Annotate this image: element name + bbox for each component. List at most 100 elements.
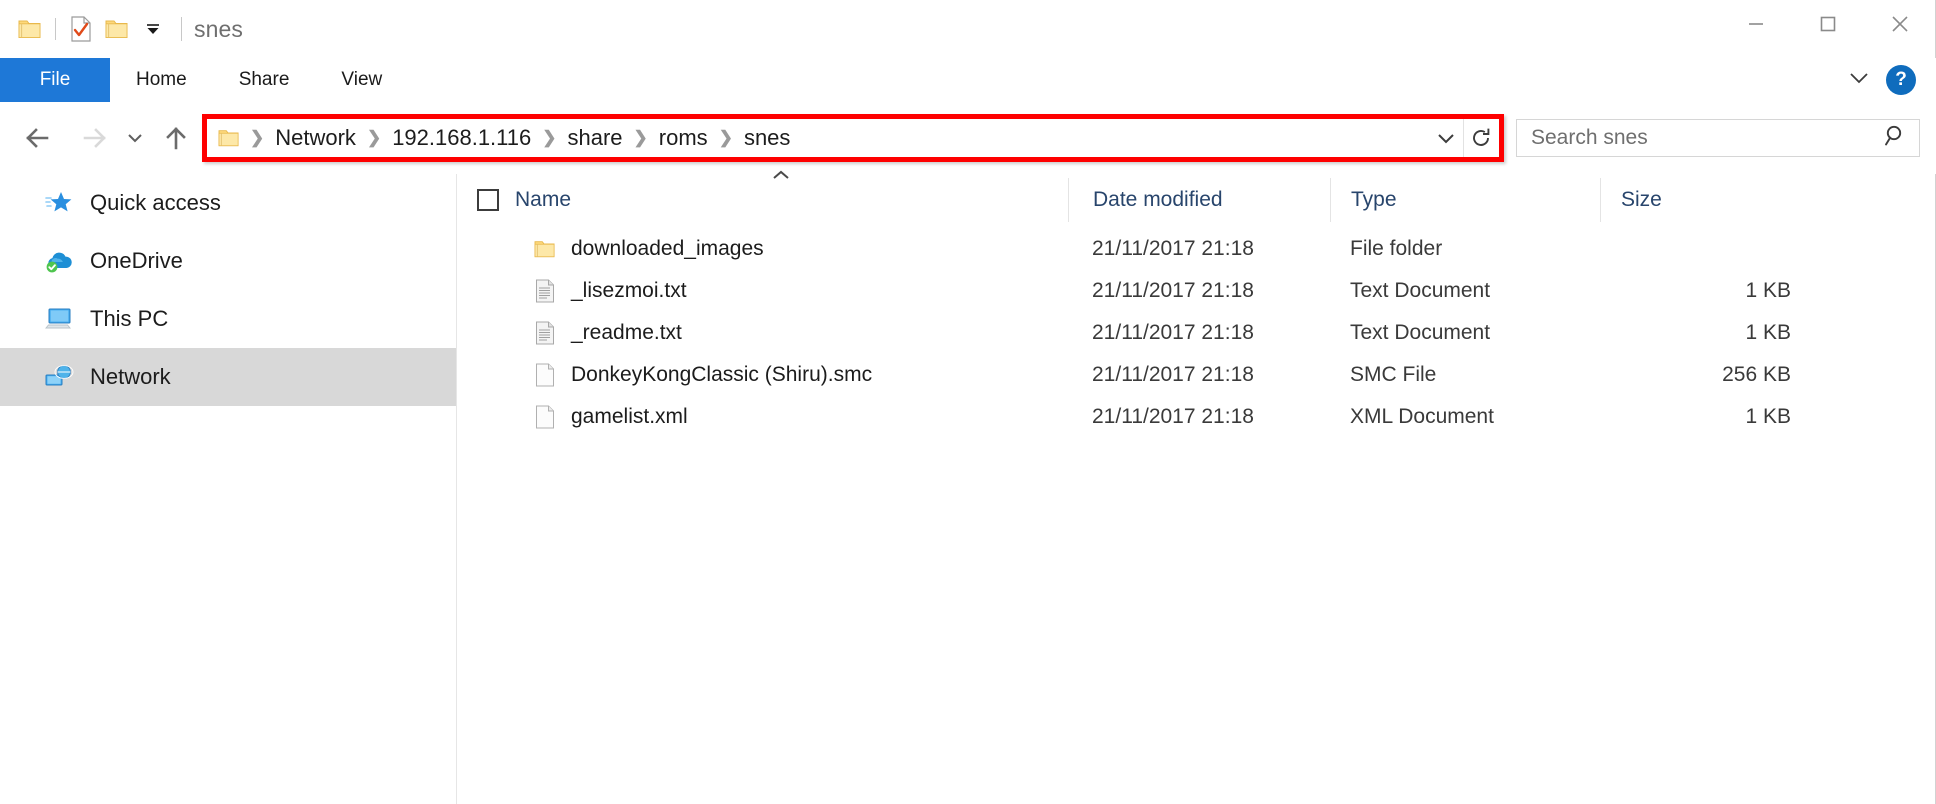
table-row[interactable]: _readme.txt 21/11/2017 21:18 Text Docume… bbox=[457, 312, 1935, 354]
file-name-cell[interactable]: _lisezmoi.txt bbox=[457, 277, 1068, 305]
tab-home[interactable]: Home bbox=[110, 58, 213, 102]
search-input[interactable]: Search snes bbox=[1531, 126, 1883, 150]
file-type-cell: File folder bbox=[1350, 237, 1443, 260]
file-date-cell: 21/11/2017 21:18 bbox=[1092, 321, 1254, 344]
cloud-icon bbox=[44, 246, 74, 276]
generic-file-icon bbox=[533, 361, 557, 389]
file-size-cell: 1 KB bbox=[1745, 405, 1791, 428]
column-label: Name bbox=[515, 188, 572, 211]
sidebar-item-network[interactable]: Network bbox=[0, 348, 456, 406]
back-button[interactable] bbox=[14, 114, 62, 162]
refresh-icon[interactable] bbox=[1464, 119, 1498, 157]
file-date-cell: 21/11/2017 21:18 bbox=[1092, 363, 1254, 386]
file-name-cell[interactable]: gamelist.xml bbox=[457, 403, 1068, 431]
search-box[interactable]: Search snes bbox=[1516, 119, 1920, 157]
ribbon-right-controls: ? bbox=[1846, 58, 1928, 102]
address-bar[interactable]: ❯ Network ❯ 192.168.1.116 ❯ share ❯ roms… bbox=[207, 119, 1499, 157]
file-date-cell: 21/11/2017 21:18 bbox=[1092, 237, 1254, 260]
breadcrumb-separator: ❯ bbox=[542, 128, 557, 147]
maximize-button[interactable] bbox=[1792, 0, 1864, 48]
navigation-pane: Quick access OneDrive This PC Network bbox=[0, 174, 456, 804]
tab-share[interactable]: Share bbox=[213, 58, 316, 102]
network-icon bbox=[44, 362, 74, 392]
window-title: snes bbox=[194, 15, 243, 42]
column-header-type[interactable]: Type bbox=[1330, 178, 1600, 222]
breadcrumb-separator: ❯ bbox=[718, 128, 733, 147]
file-size-cell: 1 KB bbox=[1745, 321, 1791, 344]
text-file-icon bbox=[533, 319, 557, 347]
sidebar-item-quick-access[interactable]: Quick access bbox=[0, 174, 456, 232]
monitor-icon bbox=[44, 304, 74, 334]
file-name-cell[interactable]: downloaded_images bbox=[457, 235, 1068, 263]
breadcrumb-separator: ❯ bbox=[250, 128, 265, 147]
file-type-cell: Text Document bbox=[1350, 279, 1491, 302]
file-list: downloaded_images 21/11/2017 21:18 File … bbox=[457, 228, 1935, 438]
file-name: _lisezmoi.txt bbox=[571, 279, 687, 302]
forward-button[interactable] bbox=[70, 114, 118, 162]
file-size-cell: 256 KB bbox=[1722, 363, 1791, 386]
column-label: Size bbox=[1621, 188, 1662, 211]
search-icon[interactable] bbox=[1883, 123, 1909, 154]
star-icon bbox=[44, 188, 74, 218]
properties-icon[interactable] bbox=[63, 11, 99, 47]
generic-file-icon bbox=[533, 403, 557, 431]
address-bar-tools bbox=[1429, 119, 1498, 157]
file-name: downloaded_images bbox=[571, 237, 764, 260]
help-icon[interactable]: ? bbox=[1886, 65, 1916, 95]
breadcrumb-separator: ❯ bbox=[366, 128, 382, 147]
sidebar-item-onedrive[interactable]: OneDrive bbox=[0, 232, 456, 290]
column-header-date-modified[interactable]: Date modified bbox=[1068, 178, 1330, 222]
file-name: DonkeyKongClassic (Shiru).smc bbox=[571, 363, 873, 386]
ribbon-tab-bar: File Home Share View ? bbox=[0, 58, 1936, 102]
window-controls bbox=[1720, 0, 1936, 48]
breadcrumb-item-snes[interactable]: snes bbox=[739, 123, 795, 153]
folder-icon bbox=[533, 235, 557, 263]
close-button[interactable] bbox=[1864, 0, 1936, 48]
breadcrumb-item-roms[interactable]: roms bbox=[654, 123, 713, 153]
select-all-checkbox[interactable] bbox=[477, 189, 499, 211]
sidebar-item-this-pc[interactable]: This PC bbox=[0, 290, 456, 348]
breadcrumb-item-host[interactable]: 192.168.1.116 bbox=[387, 123, 536, 153]
column-label: Type bbox=[1351, 188, 1397, 211]
quick-access-toolbar: snes bbox=[0, 0, 243, 58]
tab-view[interactable]: View bbox=[315, 58, 408, 102]
file-date-cell: 21/11/2017 21:18 bbox=[1092, 405, 1254, 428]
table-row[interactable]: downloaded_images 21/11/2017 21:18 File … bbox=[457, 228, 1935, 270]
column-label: Date modified bbox=[1093, 188, 1223, 211]
file-name-cell[interactable]: _readme.txt bbox=[457, 319, 1068, 347]
table-row[interactable]: _lisezmoi.txt 21/11/2017 21:18 Text Docu… bbox=[457, 270, 1935, 312]
breadcrumb: ❯ Network ❯ 192.168.1.116 ❯ share ❯ roms… bbox=[208, 120, 1429, 156]
recent-locations-chevron-down-icon[interactable] bbox=[118, 114, 152, 162]
file-type-cell: XML Document bbox=[1350, 405, 1494, 428]
sidebar-item-label: OneDrive bbox=[90, 248, 183, 273]
breadcrumb-item-network[interactable]: Network bbox=[270, 123, 361, 153]
chevron-down-icon[interactable] bbox=[135, 11, 171, 47]
column-header-size[interactable]: Size bbox=[1600, 178, 1815, 222]
table-row[interactable]: gamelist.xml 21/11/2017 21:18 XML Docume… bbox=[457, 396, 1935, 438]
tab-file[interactable]: File bbox=[0, 58, 110, 102]
text-file-icon bbox=[533, 277, 557, 305]
toolbar-separator bbox=[55, 18, 56, 40]
minimize-button[interactable] bbox=[1720, 0, 1792, 48]
folder-icon[interactable] bbox=[12, 11, 48, 47]
table-row[interactable]: DonkeyKongClassic (Shiru).smc 21/11/2017… bbox=[457, 354, 1935, 396]
file-date-cell: 21/11/2017 21:18 bbox=[1092, 279, 1254, 302]
file-name: gamelist.xml bbox=[571, 405, 688, 428]
breadcrumb-item-share[interactable]: share bbox=[563, 123, 628, 153]
address-dropdown-chevron-down-icon[interactable] bbox=[1429, 119, 1463, 157]
up-button[interactable] bbox=[152, 114, 200, 162]
new-folder-icon[interactable] bbox=[99, 11, 135, 47]
breadcrumb-separator: ❯ bbox=[633, 128, 648, 147]
breadcrumb-folder-icon[interactable] bbox=[216, 126, 242, 150]
file-size-cell: 1 KB bbox=[1745, 279, 1791, 302]
title-bar: snes bbox=[0, 0, 1936, 58]
file-explorer-window: snes File Home Share View ? ❯ Network ❯ … bbox=[0, 0, 1936, 804]
sidebar-item-label: Network bbox=[90, 364, 171, 389]
column-header-name[interactable]: Name bbox=[457, 178, 1068, 222]
column-header-row: Name Date modified Type Size bbox=[457, 178, 1935, 222]
file-type-cell: SMC File bbox=[1350, 363, 1437, 386]
file-name: _readme.txt bbox=[571, 321, 682, 344]
file-name-cell[interactable]: DonkeyKongClassic (Shiru).smc bbox=[457, 361, 1068, 389]
ribbon-collapse-chevron-down-icon[interactable] bbox=[1846, 68, 1872, 93]
sidebar-item-label: Quick access bbox=[90, 190, 221, 215]
